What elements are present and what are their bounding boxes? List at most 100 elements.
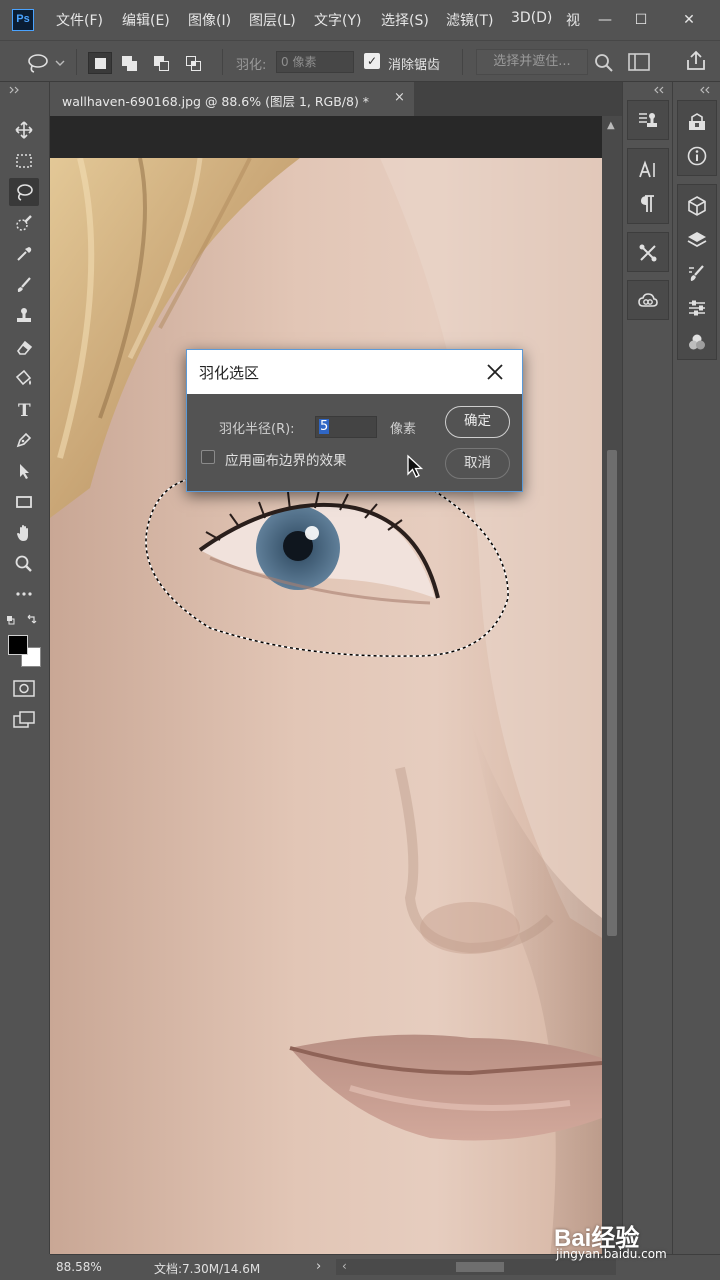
scroll-up-icon[interactable]: ▲ (607, 120, 615, 131)
new-selection-icon[interactable] (88, 52, 112, 74)
separator (76, 49, 77, 75)
type-tool-glyph: T (18, 401, 31, 419)
eyedropper-tool[interactable] (9, 240, 39, 268)
feather-radius-label: 羽化半径(R): (219, 422, 295, 437)
hand-icon (17, 525, 28, 541)
menu-layer[interactable]: 图层(L) (249, 10, 296, 30)
close-window-button[interactable]: ✕ (676, 8, 702, 32)
screen-mode-icon[interactable] (13, 711, 35, 729)
menu-edit[interactable]: 编辑(E) (122, 10, 170, 30)
menu-image[interactable]: 图像(I) (188, 10, 231, 30)
clone-source-icon (639, 113, 657, 127)
lasso-tool[interactable] (9, 178, 39, 206)
type-tool[interactable]: T (9, 395, 39, 423)
canvas-bounds-checkbox[interactable] (201, 450, 215, 464)
scroll-left-icon[interactable]: ‹ (342, 1259, 347, 1273)
baidu-jingyan-watermark: Bai经验 jingyan.baidu.com (554, 1218, 694, 1264)
paint-bucket-tool[interactable] (9, 364, 39, 392)
document-tab[interactable]: wallhaven-690168.jpg @ 88.6% (图层 1, RGB/… (50, 82, 414, 116)
brush-icon (17, 277, 31, 292)
brush-settings-panel[interactable] (678, 257, 716, 291)
canvas-area[interactable] (50, 116, 602, 1254)
collapse-icon[interactable] (699, 86, 713, 94)
minimize-button[interactable]: — (592, 8, 618, 32)
brush-tool[interactable] (9, 271, 39, 299)
canvas-bounds-label: 应用画布边界的效果 (225, 453, 347, 469)
paragraph-panel[interactable] (628, 187, 668, 221)
collapse-icon[interactable] (653, 86, 667, 94)
feather-input[interactable]: 0 像素 (276, 51, 354, 73)
watermark-url: jingyan.baidu.com (556, 1247, 667, 1261)
channels-panel[interactable] (678, 325, 716, 359)
creative-cloud-icon (638, 293, 658, 307)
feather-radius-unit: 像素 (390, 422, 417, 437)
subtract-selection-icon[interactable] (150, 52, 174, 74)
3d-panel[interactable] (678, 189, 716, 223)
swap-colors-icon[interactable] (6, 614, 40, 628)
foreground-color-swatch[interactable] (8, 635, 28, 655)
layers-panel[interactable] (678, 223, 716, 257)
menu-select[interactable]: 选择(S) (381, 10, 429, 30)
menu-view[interactable]: 视 (566, 10, 580, 30)
more-tools[interactable] (9, 580, 39, 608)
close-icon[interactable] (483, 360, 507, 384)
zoom-level[interactable]: 88.58% (56, 1260, 102, 1274)
paragraph-icon (641, 195, 654, 212)
document-size: 文档:7.30M/14.6M (154, 1262, 261, 1276)
search-icon[interactable] (594, 53, 614, 73)
menu-type[interactable]: 文字(Y) (314, 10, 361, 30)
status-menu-arrow-icon[interactable]: › (316, 1259, 321, 1274)
workspace-icon[interactable] (628, 53, 650, 71)
quick-select-tool[interactable] (9, 209, 39, 237)
info-panel[interactable] (678, 139, 716, 173)
antialias-checkbox[interactable]: ✓ (364, 53, 380, 69)
cancel-button[interactable]: 取消 (445, 448, 510, 479)
sliders-icon (689, 300, 705, 316)
type-icon: T (18, 401, 31, 419)
lasso-preset-icon[interactable] (26, 52, 66, 74)
photoshop-logo: Ps (12, 9, 34, 31)
move-tool[interactable] (9, 116, 39, 144)
layers-icon (687, 232, 707, 248)
menu-file[interactable]: 文件(F) (56, 10, 103, 30)
pen-tool[interactable] (9, 426, 39, 454)
rectangle-icon (16, 496, 32, 508)
move-icon (15, 121, 33, 139)
collapse-icon[interactable] (8, 86, 22, 94)
tool-presets-panel[interactable] (628, 236, 668, 270)
feather-radius-value: 5 (319, 419, 330, 434)
feather-radius-input[interactable]: 5 (315, 416, 377, 438)
vertical-scrollbar[interactable]: ▲ (602, 116, 622, 1254)
eraser-tool[interactable] (9, 333, 39, 361)
zoom-tool[interactable] (9, 550, 39, 578)
bucket-icon (15, 369, 32, 386)
menu-3d[interactable]: 3D(D) (511, 10, 552, 26)
path-selection-tool[interactable] (9, 457, 39, 485)
mouse-cursor-icon (407, 454, 424, 478)
select-and-mask-button[interactable]: 选择并遮住... (476, 49, 588, 75)
adjustments-panel[interactable] (678, 291, 716, 325)
hand-tool[interactable] (9, 519, 39, 547)
libraries-panel[interactable] (628, 284, 668, 318)
stamp-tool[interactable] (9, 302, 39, 330)
rectangle-tool[interactable] (9, 488, 39, 516)
intersect-selection-icon[interactable] (182, 52, 206, 74)
document-tab-bar: wallhaven-690168.jpg @ 88.6% (图层 1, RGB/… (50, 82, 622, 116)
vertical-scroll-thumb[interactable] (607, 450, 617, 936)
brush-settings-icon (689, 265, 704, 281)
properties-panel[interactable] (678, 105, 716, 139)
character-panel[interactable] (628, 153, 668, 187)
pen-icon (16, 432, 32, 448)
marquee-tool[interactable] (9, 147, 39, 175)
character-icon (639, 160, 655, 178)
close-tab-icon[interactable]: × (394, 90, 405, 105)
maximize-button[interactable]: ☐ (628, 8, 654, 32)
add-selection-icon[interactable] (118, 52, 142, 74)
share-icon[interactable] (684, 49, 708, 73)
horizontal-scroll-thumb[interactable] (456, 1262, 504, 1272)
clone-source-panel[interactable] (628, 104, 668, 138)
ok-button[interactable]: 确定 (445, 406, 510, 438)
channels-icon (689, 334, 705, 350)
quick-mask-icon[interactable] (13, 680, 35, 698)
menu-filter[interactable]: 滤镜(T) (446, 10, 493, 30)
